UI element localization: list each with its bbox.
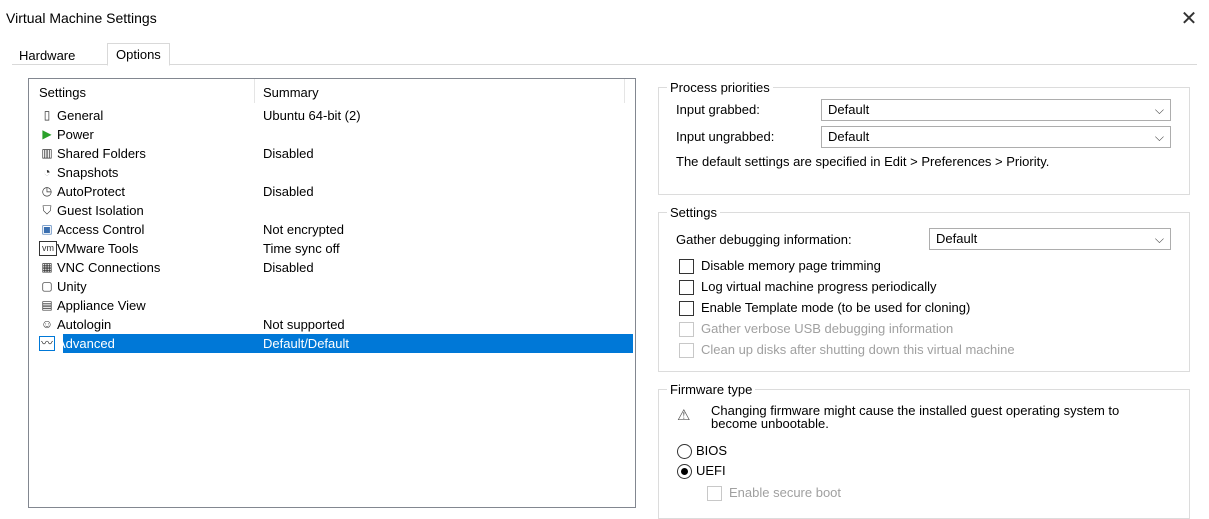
input-grabbed-label: Input grabbed: bbox=[676, 102, 760, 117]
chevron-down-icon: ⌵ bbox=[1154, 232, 1164, 246]
radio-label: UEFI bbox=[696, 463, 726, 478]
group-title: Settings bbox=[667, 205, 720, 220]
settings-row-summary: Not supported bbox=[263, 317, 345, 332]
unity-icon: ▢ bbox=[41, 279, 53, 293]
input-ungrabbed-select[interactable]: Default ⌵ bbox=[821, 126, 1171, 148]
settings-row-unity[interactable]: ▢ Unity bbox=[29, 277, 635, 296]
checkbox[interactable] bbox=[679, 301, 694, 316]
group-title: Process priorities bbox=[667, 80, 773, 95]
input-ungrabbed-label: Input ungrabbed: bbox=[676, 129, 775, 144]
close-button[interactable]: ✕ bbox=[1169, 2, 1209, 34]
lock-icon: ⛉ bbox=[42, 203, 52, 217]
radio-button[interactable] bbox=[677, 444, 692, 459]
group-title: Firmware type bbox=[667, 382, 756, 397]
settings-row-name: Advanced bbox=[57, 336, 115, 351]
column-settings-header[interactable]: Settings bbox=[39, 85, 86, 100]
vnc-icon: ▦ bbox=[41, 260, 53, 274]
settings-row-summary: Not encrypted bbox=[263, 222, 344, 237]
debug-info-select[interactable]: Default ⌵ bbox=[929, 228, 1171, 250]
checkbox-label: Log virtual machine progress periodicall… bbox=[701, 279, 937, 294]
column-divider[interactable] bbox=[624, 79, 625, 103]
settings-rows: ▯ General Ubuntu 64-bit (2) ▶ Power ▥ Shared F… bbox=[29, 106, 635, 353]
checkbox[interactable] bbox=[679, 259, 694, 274]
settings-row-autoprotect[interactable]: ◷ AutoProtect Disabled bbox=[29, 182, 635, 201]
checkbox-label: Clean up disks after shutting down this … bbox=[701, 342, 1015, 357]
settings-row-access-control[interactable]: ▣ Access Control Not encrypted bbox=[29, 220, 635, 239]
waveform-icon: 〰 bbox=[39, 336, 55, 351]
select-value: Default bbox=[936, 231, 978, 246]
checkbox-label: Gather verbose USB debugging information bbox=[701, 321, 954, 336]
process-priorities-group: Process priorities Input grabbed: Defaul… bbox=[658, 80, 1190, 195]
folder-icon: ▥ bbox=[41, 146, 53, 160]
debug-info-label: Gather debugging information: bbox=[676, 232, 852, 247]
settings-group: Settings Gather debugging information: D… bbox=[658, 205, 1190, 372]
list-header: Settings Summary bbox=[29, 79, 635, 103]
select-value: Default bbox=[828, 102, 870, 117]
settings-row-name: Guest Isolation bbox=[57, 203, 144, 218]
settings-row-appliance-view[interactable]: ▤ Appliance View bbox=[29, 296, 635, 315]
column-divider[interactable] bbox=[254, 79, 255, 103]
settings-row-autologin[interactable]: ☺ Autologin Not supported bbox=[29, 315, 635, 334]
settings-row-name: General bbox=[57, 108, 104, 123]
settings-row-summary: Disabled bbox=[263, 260, 314, 275]
snapshot-icon: ◔ bbox=[43, 165, 51, 179]
settings-row-name: Access Control bbox=[57, 222, 145, 237]
settings-row-summary: Disabled bbox=[263, 146, 314, 161]
settings-row-guest-isolation[interactable]: ⛉ Guest Isolation bbox=[29, 201, 635, 220]
settings-row-snapshots[interactable]: ◔ Snapshots bbox=[29, 163, 635, 182]
vmware-tools-icon: vm bbox=[39, 241, 57, 256]
users-icon: ☺ bbox=[40, 317, 54, 331]
settings-row-general[interactable]: ▯ General Ubuntu 64-bit (2) bbox=[29, 106, 635, 125]
tab-strip: Hardware Options bbox=[12, 43, 1197, 66]
checkbox-label: Enable Template mode (to be used for clo… bbox=[701, 300, 971, 315]
window-title: Virtual Machine Settings bbox=[6, 10, 157, 26]
tab-options[interactable]: Options bbox=[107, 43, 170, 66]
settings-row-summary: Default/Default bbox=[263, 336, 349, 351]
settings-row-name: VMware Tools bbox=[57, 241, 139, 256]
checkbox-label: Disable memory page trimming bbox=[701, 258, 881, 273]
access-control-icon: ▣ bbox=[41, 222, 53, 236]
settings-row-name: VNC Connections bbox=[57, 260, 161, 275]
priority-note: The default settings are specified in Ed… bbox=[676, 154, 1050, 169]
select-value: Default bbox=[828, 129, 870, 144]
settings-row-name: Unity bbox=[57, 279, 87, 294]
monitor-icon: ▯ bbox=[43, 108, 51, 122]
checkbox[interactable] bbox=[679, 280, 694, 295]
radio-button[interactable] bbox=[677, 464, 692, 479]
settings-row-name: Appliance View bbox=[57, 298, 146, 313]
chevron-down-icon: ⌵ bbox=[1154, 103, 1164, 117]
warning-icon: ⚠ bbox=[677, 407, 691, 424]
clock-icon: ◷ bbox=[41, 184, 53, 198]
settings-row-vmware-tools[interactable]: vm VMware Tools Time sync off bbox=[29, 239, 635, 258]
settings-row-vnc-connections[interactable]: ▦ VNC Connections Disabled bbox=[29, 258, 635, 277]
close-icon: ✕ bbox=[1180, 7, 1198, 30]
chevron-down-icon: ⌵ bbox=[1154, 130, 1164, 144]
settings-row-name: Power bbox=[57, 127, 94, 142]
radio-label: BIOS bbox=[696, 443, 728, 458]
settings-row-name: AutoProtect bbox=[57, 184, 125, 199]
settings-row-name: Snapshots bbox=[57, 165, 119, 180]
settings-row-summary: Ubuntu 64-bit (2) bbox=[263, 108, 361, 123]
tab-hardware[interactable]: Hardware bbox=[12, 46, 82, 66]
settings-row-summary: Disabled bbox=[263, 184, 314, 199]
settings-row-power[interactable]: ▶ Power bbox=[29, 125, 635, 144]
checkbox[interactable] bbox=[679, 343, 694, 358]
firmware-warning: Changing firmware might cause the instal… bbox=[711, 403, 1120, 431]
column-summary-header[interactable]: Summary bbox=[263, 85, 319, 100]
appliance-icon: ▤ bbox=[41, 298, 53, 312]
settings-row-name: Shared Folders bbox=[57, 146, 146, 161]
checkbox[interactable] bbox=[707, 486, 722, 501]
firmware-group: Firmware type ⚠ Changing firmware might … bbox=[658, 382, 1190, 519]
checkbox-label: Enable secure boot bbox=[729, 485, 842, 500]
settings-row-shared-folders[interactable]: ▥ Shared Folders Disabled bbox=[29, 144, 635, 163]
checkbox[interactable] bbox=[679, 322, 694, 337]
input-grabbed-select[interactable]: Default ⌵ bbox=[821, 99, 1171, 121]
play-icon: ▶ bbox=[42, 127, 52, 141]
settings-row-name: Autologin bbox=[57, 317, 112, 332]
settings-row-advanced[interactable]: 〰 Advanced Default/Default bbox=[29, 334, 635, 353]
settings-row-summary: Time sync off bbox=[263, 241, 340, 256]
settings-list[interactable]: Settings Summary ▯ General Ubuntu 64-bit (… bbox=[28, 78, 636, 508]
